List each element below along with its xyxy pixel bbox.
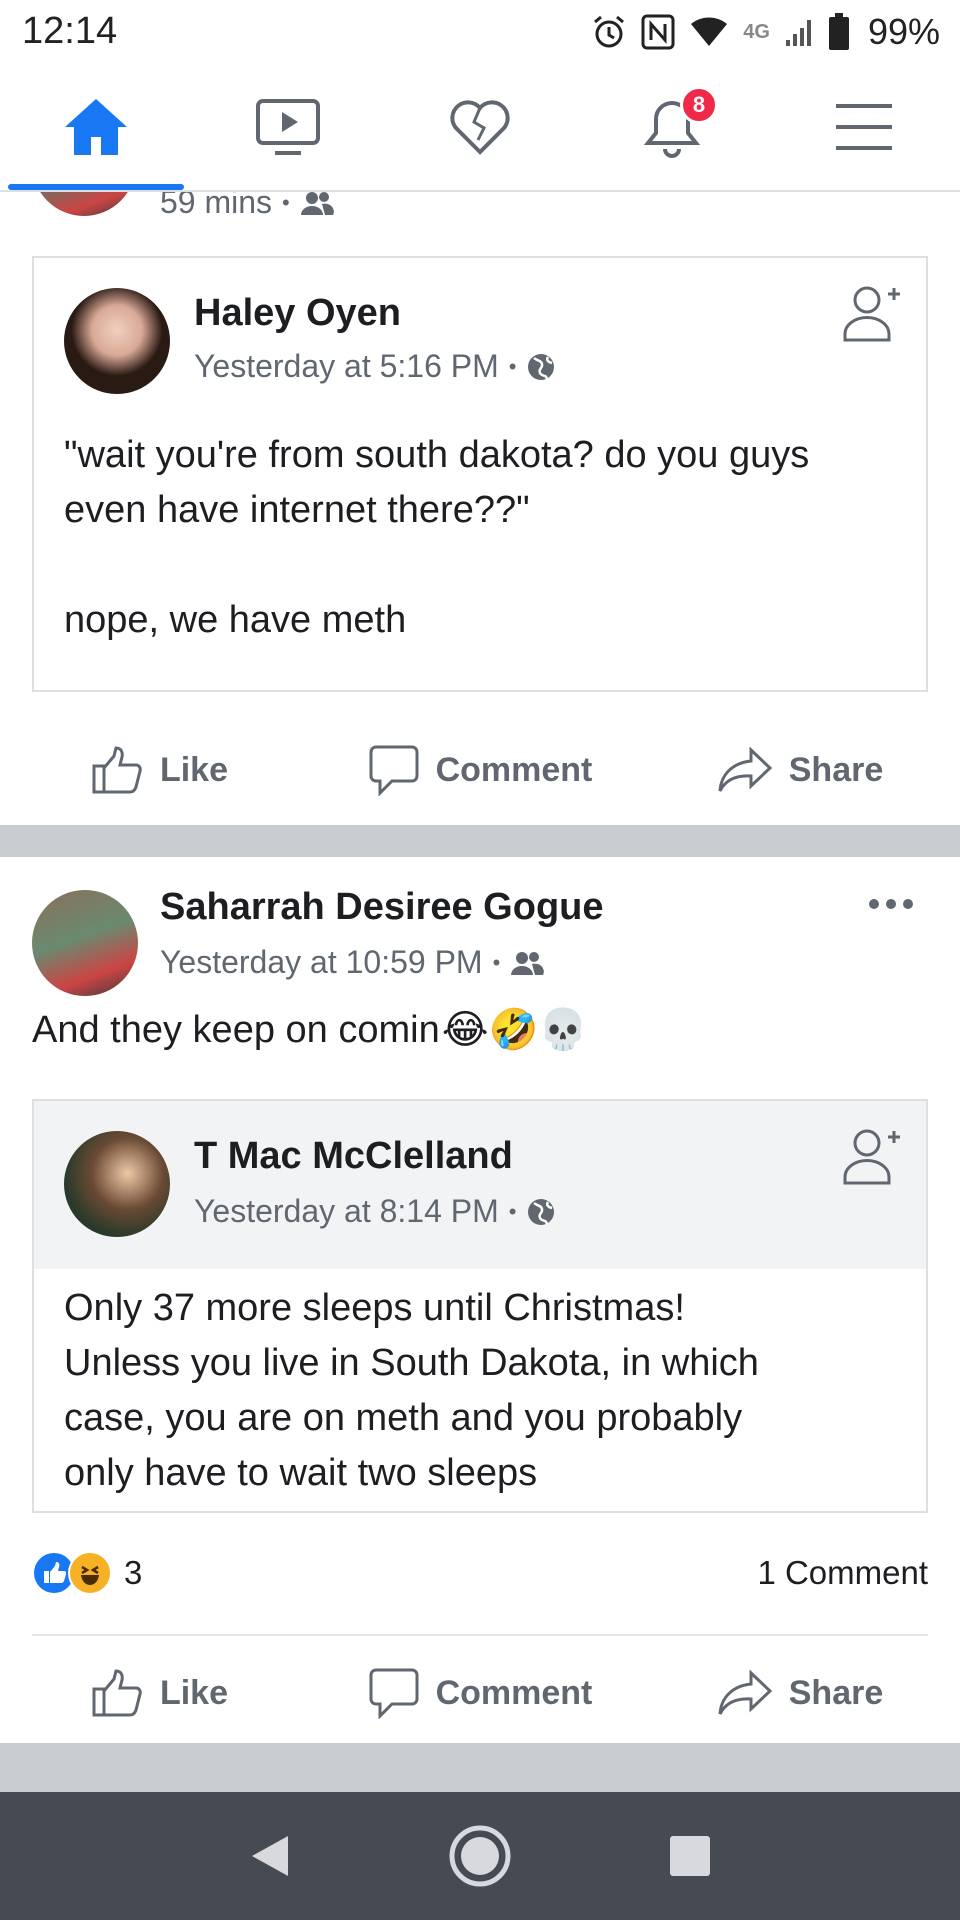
share-label: Share — [788, 1673, 884, 1712]
shared-author-name[interactable]: T Mac McClelland — [194, 1135, 513, 1178]
post-2-meta: Yesterday at 10:59 PM • — [160, 944, 545, 981]
tab-watch[interactable] — [192, 64, 384, 190]
share-label: Share — [788, 750, 884, 789]
more-options-icon[interactable] — [868, 897, 914, 911]
shared-post-text-line2: even have internet there??" — [64, 489, 530, 531]
globe-icon — [528, 1198, 555, 1225]
alarm-icon — [594, 15, 625, 48]
shared-author-avatar[interactable] — [64, 1131, 170, 1237]
comment-icon — [369, 745, 419, 796]
globe-icon — [528, 353, 555, 380]
post-2-time[interactable]: Yesterday at 10:59 PM — [160, 944, 483, 981]
shared-post-text: Only 37 more sleeps until Christmas! Unl… — [64, 1281, 914, 1501]
post-separator-bottom — [0, 1743, 960, 1792]
post-2-text: And they keep on comin 😂 🤣 💀 — [32, 1003, 588, 1058]
post-1-actions: Like Comment Share — [0, 720, 960, 820]
shared-post-card-tmac[interactable]: T Mac McClelland Yesterday at 8:14 PM • … — [32, 1099, 928, 1513]
thumbs-up-icon — [92, 1669, 142, 1717]
status-bar: 12:14 4G 99% — [0, 0, 960, 64]
shared-post-text-line1: "wait you're from south dakota? do you g… — [64, 434, 810, 476]
share-button[interactable]: Share — [640, 1643, 960, 1743]
like-button[interactable]: Like — [0, 1643, 320, 1743]
reaction-count: 3 — [124, 1554, 143, 1591]
comment-count-link[interactable]: 1 Comment — [757, 1554, 928, 1592]
friends-icon — [300, 192, 334, 215]
post-1: 59 mins • Haley Oyen Yesterday at 5:16 P… — [0, 192, 960, 824]
active-tab-indicator — [8, 184, 184, 190]
thumbs-up-icon — [92, 746, 142, 794]
battery-icon — [828, 13, 849, 50]
shared-post-text-line1: Only 37 more sleeps until Christmas! — [64, 1287, 685, 1329]
nfc-icon — [641, 14, 675, 50]
post-separator — [0, 825, 960, 857]
post-1-time[interactable]: 59 mins — [160, 192, 272, 221]
menu-icon — [836, 104, 892, 150]
like-button[interactable]: Like — [0, 720, 320, 820]
post-1-meta: 59 mins • — [160, 192, 334, 221]
post-2-actions: Like Comment Share — [0, 1643, 960, 1743]
comment-button[interactable]: Comment — [320, 1643, 640, 1743]
shared-post-text: "wait you're from south dakota? do you g… — [64, 428, 904, 648]
home-icon — [65, 99, 127, 155]
post-2-author-name[interactable]: Saharrah Desiree Gogue — [160, 886, 604, 929]
shared-post-time[interactable]: Yesterday at 5:16 PM — [194, 348, 499, 385]
top-nav-bar: 8 — [0, 64, 960, 192]
tab-menu[interactable] — [768, 64, 960, 190]
tab-notifications[interactable]: 8 — [576, 64, 768, 190]
emoji-skull: 💀 — [538, 1008, 589, 1052]
news-feed[interactable]: 59 mins • Haley Oyen Yesterday at 5:16 P… — [0, 192, 960, 1792]
friends-icon — [511, 951, 545, 975]
comment-button[interactable]: Comment — [320, 720, 640, 820]
back-icon[interactable] — [248, 1832, 292, 1880]
shared-post-text-line3: nope, we have meth — [64, 599, 407, 641]
post-2-author-avatar[interactable] — [32, 890, 138, 996]
emoji-rolling-laughing: 🤣 — [488, 1008, 539, 1052]
shared-post-card-haley[interactable]: Haley Oyen Yesterday at 5:16 PM • "wait … — [32, 256, 928, 692]
emoji-tears-of-joy: 😂 — [441, 1008, 489, 1052]
home-circle-icon[interactable] — [448, 1824, 512, 1888]
reactions-summary[interactable]: 3 1 Comment — [32, 1543, 928, 1603]
shared-author-avatar[interactable] — [64, 288, 170, 394]
battery-percent: 99% — [867, 11, 940, 52]
post-1-author-avatar[interactable] — [32, 192, 136, 216]
shared-post-text-line3: case, you are on meth and you probably — [64, 1397, 743, 1439]
share-icon — [718, 747, 772, 792]
shared-post-text-line2: Unless you live in South Dakota, in whic… — [64, 1342, 759, 1384]
android-nav-bar — [0, 1792, 960, 1920]
comment-label: Comment — [435, 1673, 593, 1712]
tab-dating[interactable] — [384, 64, 576, 190]
post-2: Saharrah Desiree Gogue Yesterday at 10:5… — [0, 857, 960, 1743]
haha-reaction-icon — [68, 1551, 112, 1595]
actions-divider — [32, 1634, 928, 1636]
tab-home[interactable] — [0, 64, 192, 190]
share-button[interactable]: Share — [640, 720, 960, 820]
shared-post-time[interactable]: Yesterday at 8:14 PM — [194, 1193, 499, 1230]
notification-badge: 8 — [680, 86, 718, 124]
share-icon — [718, 1670, 772, 1715]
status-icons: 4G 99% — [591, 8, 940, 56]
shared-post-meta: Yesterday at 5:16 PM • — [194, 348, 556, 385]
status-time: 12:14 — [22, 10, 118, 52]
reaction-icons: 3 — [32, 1551, 142, 1595]
post-2-text-content: And they keep on comin — [32, 1009, 440, 1051]
wifi-icon — [691, 17, 728, 46]
like-label: Like — [159, 1673, 229, 1712]
comment-icon — [369, 1668, 419, 1719]
comment-label: Comment — [435, 750, 593, 789]
lte-icon: 4G — [743, 21, 770, 43]
add-friend-icon[interactable] — [842, 282, 902, 344]
shared-post-meta: Yesterday at 8:14 PM • — [194, 1193, 556, 1230]
shared-author-name[interactable]: Haley Oyen — [194, 292, 401, 335]
recents-icon[interactable] — [668, 1834, 712, 1878]
like-label: Like — [159, 750, 229, 789]
shared-post-text-line4: only have to wait two sleeps — [64, 1452, 538, 1494]
signal-icon — [785, 20, 811, 46]
video-icon — [256, 99, 320, 155]
add-friend-icon[interactable] — [842, 1125, 902, 1187]
heart-icon — [450, 100, 510, 155]
